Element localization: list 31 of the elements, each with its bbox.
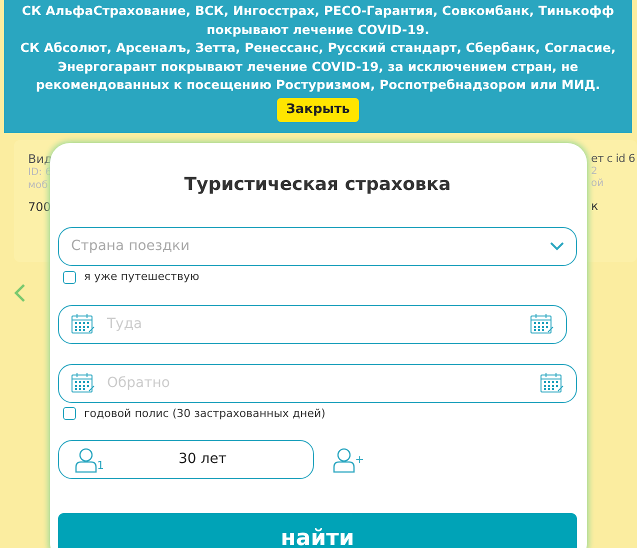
calendar-icon [71,372,95,394]
chevron-down-icon [550,242,564,251]
checkbox[interactable] [63,270,76,284]
card-text: ет с id 6 [591,152,636,166]
person-icon [333,446,355,472]
chevron-left-icon[interactable] [14,284,26,302]
add-traveler-button[interactable]: + [333,446,364,472]
country-select[interactable]: Страна поездки [58,227,577,266]
placeholder-text: Страна поездки [71,237,191,256]
dialog-title: Туристическая страховка [183,173,452,197]
plus-text: + [355,452,364,468]
checkbox-label: годовой полис (30 застрахованных дней) [84,406,326,422]
age-text: 30 лет [178,450,228,469]
traveler-field[interactable]: 1 30 лет [58,440,314,479]
calendar-icon [540,372,564,394]
traveler-count: 1 [97,458,104,474]
card-text: ой [591,178,605,191]
notice-text: СК Абсолют, Арсеналъ, Зетта, Ренессанс, Русский стандарт, Сбербанк, Согласие, Энергогарант покрывают лечение COVID-19, за исключением стран, не рекомендованных к посещению Ростуризмом, Роспотребнадзором или МИД. [19,39,617,94]
checkbox[interactable] [63,407,76,420]
card-text: 700 [28,200,52,215]
notice-text: СК АльфаСтрахование, ВСК, Ингосстрах, РЕСО-Гарантия, Совкомбанк, Тинькофф покрывают лечение COVID-19. [20,2,616,39]
calendar-icon [71,313,95,335]
checkbox-label: я уже путешествую [84,269,200,285]
card-text: моб [28,180,49,192]
card-text: 2 [591,166,598,178]
person-icon [75,446,97,472]
search-button[interactable]: найти [58,513,577,548]
card-text: к [591,198,600,214]
card-text: Вид [28,152,54,167]
calendar-icon [530,313,554,335]
close-button[interactable]: Закрыть [277,98,359,122]
